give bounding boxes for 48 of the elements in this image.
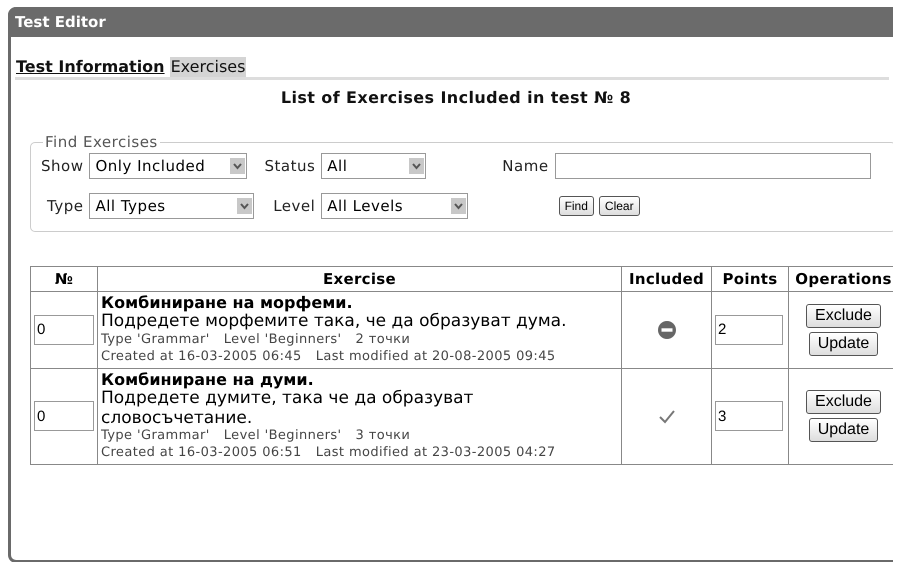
modified-date: Last modified at 20-08-2005 09:45 — [316, 348, 556, 364]
dropdown[interactable]: All Levels — [321, 193, 468, 219]
exercise-description: Подредете морфемите така, че да образуват дума. — [101, 312, 568, 332]
find-form-button[interactable]: Find — [558, 196, 594, 216]
created-date: Created at 16-03-2005 06:45 — [101, 348, 302, 364]
column-header: № — [30, 266, 98, 292]
order-field[interactable]: 0 — [34, 314, 94, 345]
row-action-button[interactable]: Exclude — [806, 304, 881, 328]
chevron-icon — [409, 158, 424, 174]
name-field[interactable] — [554, 153, 871, 179]
dropdown[interactable]: All Types — [89, 193, 254, 219]
page-heading: List of Exercises Included in test № 8 — [280, 88, 632, 107]
created-date: Created at 16-03-2005 06:51 — [101, 445, 302, 460]
row-action-button[interactable]: Update — [808, 332, 878, 356]
chevron-icon — [451, 198, 466, 214]
column-header: Included — [622, 266, 712, 292]
row-action-button[interactable]: Update — [808, 418, 878, 442]
field-label: Status — [263, 157, 316, 175]
exercise-type: Type 'Grammar' — [101, 332, 210, 349]
tab[interactable]: Exercises — [170, 57, 246, 77]
exercise-description: Подредете думите, така че да образуват словосъчетание. — [101, 389, 474, 428]
field-label: Show — [40, 157, 84, 175]
find-form-button[interactable]: Clear — [598, 196, 640, 216]
chevron-icon — [230, 158, 246, 174]
points-field[interactable]: 3 — [715, 401, 783, 432]
column-header: Exercise — [98, 266, 622, 292]
exercise-type: Type 'Grammar' — [101, 428, 210, 446]
chevron-icon — [237, 198, 252, 214]
field-label: Level — [272, 197, 316, 215]
dropdown[interactable]: All — [321, 153, 426, 179]
column-header: Points — [712, 266, 788, 292]
window-title: Test Editor — [14, 13, 106, 31]
order-field[interactable]: 0 — [34, 401, 94, 432]
tab[interactable]: Test Information — [15, 57, 166, 77]
exercise-points: 3 точки — [356, 428, 410, 446]
field-label: Name — [501, 157, 549, 175]
exercise-level: Level 'Beginners' — [224, 428, 342, 446]
points-field[interactable]: 2 — [715, 314, 783, 345]
row-action-button[interactable]: Exclude — [806, 390, 881, 414]
field-label: Type — [46, 197, 84, 215]
dropdown[interactable]: Only Included — [89, 153, 248, 179]
exercise-title: Комбиниране на морфеми. — [101, 294, 354, 312]
column-header: Operations — [788, 266, 893, 292]
exercise-points: 2 точки — [356, 332, 410, 349]
modified-date: Last modified at 23-03-2005 04:27 — [316, 445, 556, 460]
exercise-title: Комбиниране на думи. — [101, 370, 315, 390]
fieldset-legend: Find Exercises — [43, 133, 160, 151]
exercise-level: Level 'Beginners' — [224, 332, 342, 349]
